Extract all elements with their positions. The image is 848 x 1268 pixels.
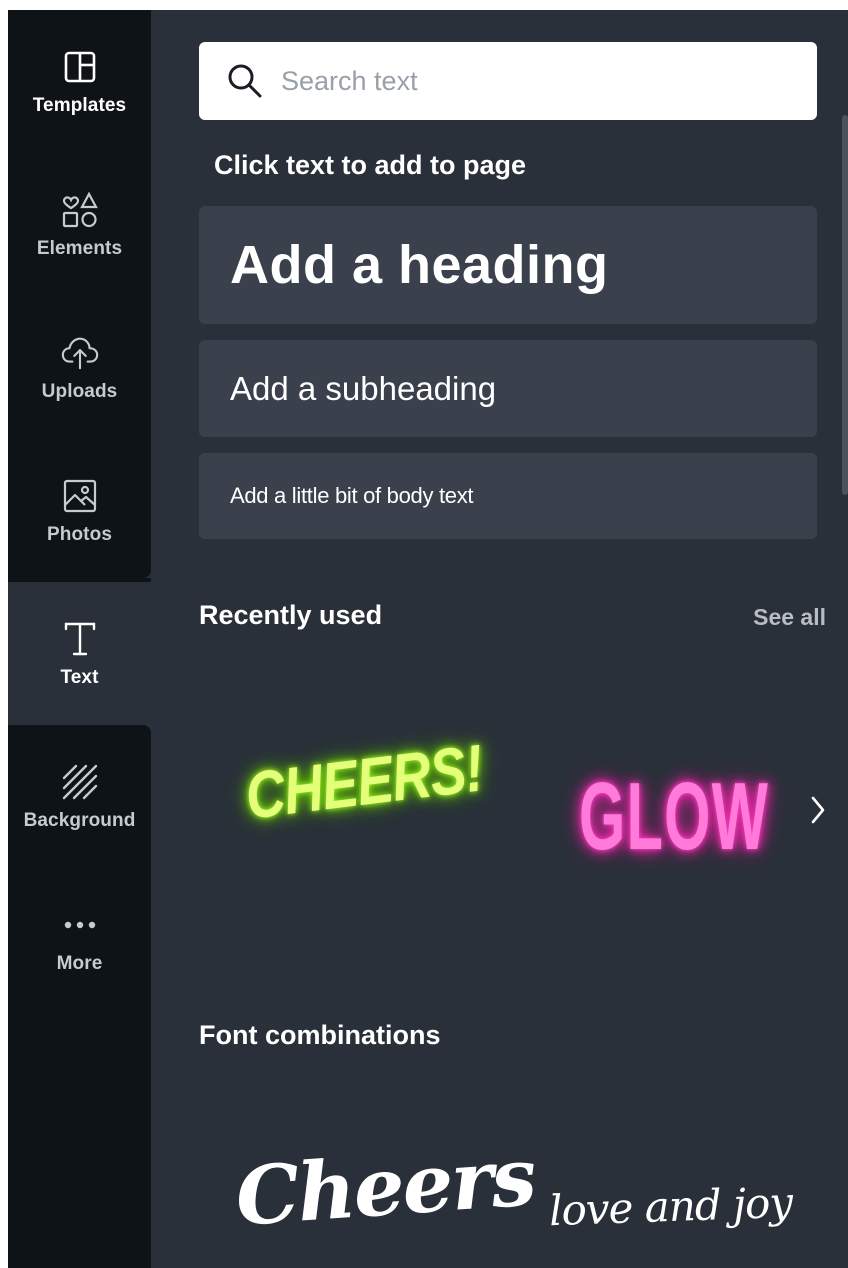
- sidebar-item-text[interactable]: Text: [8, 582, 151, 725]
- add-subheading-button[interactable]: Add a subheading: [199, 340, 817, 437]
- elements-icon: [60, 190, 100, 230]
- sidebar-item-label: Templates: [32, 94, 127, 116]
- chevron-right-icon: [811, 796, 825, 824]
- sidebar-item-background[interactable]: Background: [8, 725, 151, 868]
- love-and-joy-preset[interactable]: love and joy: [548, 1178, 793, 1235]
- recently-used-title: Recently used: [199, 600, 383, 630]
- add-heading-button[interactable]: Add a heading: [199, 206, 817, 324]
- carousel-next-button[interactable]: [803, 790, 833, 830]
- sidebar-item-label: Text: [60, 666, 99, 688]
- glow-neon-preset[interactable]: GLOW: [579, 762, 769, 872]
- sidebar-item-label: Photos: [47, 523, 112, 545]
- sidebar-item-label: Uploads: [41, 380, 118, 402]
- sidebar-item-uploads[interactable]: Uploads: [8, 296, 151, 439]
- sidebar: Templates Elements Uploads Photos Text B…: [8, 10, 151, 1268]
- sidebar-item-label: Background: [23, 809, 136, 831]
- search-icon: [225, 61, 265, 101]
- sidebar-item-photos[interactable]: Photos: [8, 439, 151, 582]
- click-hint-label: Click text to add to page: [214, 150, 527, 180]
- sidebar-item-label: Elements: [36, 237, 123, 259]
- text-panel: Click text to add to page Add a heading …: [151, 10, 848, 1268]
- active-tab-corner: [143, 570, 151, 578]
- sidebar-item-label: More: [56, 952, 103, 974]
- photo-icon: [60, 476, 100, 516]
- templates-icon: [60, 47, 100, 87]
- sidebar-item-elements[interactable]: Elements: [8, 153, 151, 296]
- search-input[interactable]: [279, 64, 803, 98]
- cheers-script-preset[interactable]: Cheers: [233, 1129, 538, 1244]
- font-combinations-title: Font combinations: [199, 1020, 441, 1050]
- add-body-text-button[interactable]: Add a little bit of body text: [199, 453, 817, 539]
- sidebar-item-more[interactable]: More: [8, 868, 151, 1011]
- editor-app: Templates Elements Uploads Photos Text B…: [8, 10, 848, 1268]
- panel-scrollbar[interactable]: [842, 115, 848, 495]
- text-icon: [60, 619, 100, 659]
- see-all-link[interactable]: See all: [753, 604, 826, 631]
- sidebar-item-templates[interactable]: Templates: [8, 10, 151, 153]
- upload-cloud-icon: [60, 333, 100, 373]
- search-box[interactable]: [199, 42, 817, 120]
- more-dots-icon: [60, 905, 100, 945]
- background-icon: [60, 762, 100, 802]
- cheers-neon-preset[interactable]: CHEERS!: [241, 729, 486, 833]
